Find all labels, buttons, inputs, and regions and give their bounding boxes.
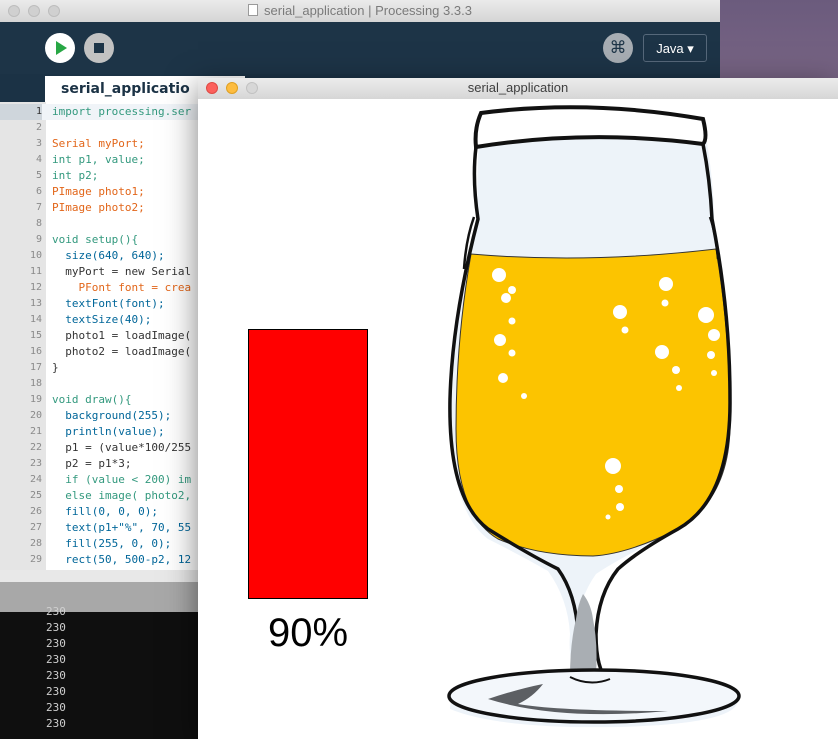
- line-number: 13: [29, 298, 42, 309]
- line-number: 28: [29, 538, 42, 549]
- line-number: 21: [29, 426, 42, 437]
- console-line: 230: [46, 653, 66, 666]
- sketch-title: serial_application: [467, 80, 569, 95]
- document-icon: [248, 4, 259, 16]
- code-text: Serial myPort;: [52, 137, 145, 150]
- line-number: 14: [29, 314, 42, 325]
- line-number: 11: [29, 266, 42, 277]
- glass-foot: [447, 668, 741, 724]
- code-text: text(p1+"%", 70, 55: [52, 521, 192, 534]
- code-text: void draw(){: [52, 393, 132, 406]
- code-text: textFont(font);: [52, 297, 165, 310]
- console-line: 230: [46, 621, 66, 634]
- debug-button[interactable]: ⌘: [603, 33, 633, 63]
- stop-button[interactable]: [84, 33, 114, 63]
- beer-glass-image: [447, 105, 741, 728]
- console-line: 230: [46, 701, 66, 714]
- line-number: 4: [35, 154, 42, 165]
- code-text: photo2 = loadImage(: [52, 345, 192, 358]
- code-text: else image( photo2,: [52, 489, 192, 502]
- line-number: 9: [35, 234, 42, 245]
- code-text: println(value);: [52, 425, 165, 438]
- line-number: 18: [29, 378, 42, 389]
- code-text: int p1, value;: [52, 153, 145, 166]
- line-number: 19: [29, 394, 42, 405]
- line-number: 3: [35, 138, 42, 149]
- code-text: PFont font = crea: [52, 281, 192, 294]
- code-text: p1 = (value*100/255: [52, 441, 192, 454]
- code-text: }: [52, 361, 59, 374]
- ide-title-text: serial_application | Processing 3.3.3: [264, 3, 472, 18]
- mode-selector[interactable]: Java ▾: [643, 34, 707, 62]
- line-number: 16: [29, 346, 42, 357]
- console-line: 230: [46, 685, 66, 698]
- code-text: textSize(40);: [52, 313, 152, 326]
- sketch-titlebar[interactable]: serial_application: [198, 78, 838, 100]
- code-text: fill(0, 0, 0);: [52, 505, 158, 518]
- line-number: 24: [29, 474, 42, 485]
- console-line: 230: [46, 637, 66, 650]
- toolbar: ⌘ Java ▾: [0, 22, 720, 74]
- line-number: 25: [29, 490, 42, 501]
- line-number: 6: [35, 186, 42, 197]
- line-number: 26: [29, 506, 42, 517]
- line-number: 23: [29, 458, 42, 469]
- line-number: 5: [35, 170, 42, 181]
- code-text: PImage photo2;: [52, 201, 145, 214]
- code-text: photo1 = loadImage(: [52, 329, 192, 342]
- sketch-window: serial_application 90%: [198, 78, 838, 739]
- code-text: int p2;: [52, 169, 99, 182]
- code-text: rect(50, 500-p2, 12: [52, 553, 192, 566]
- console-line: 230: [46, 669, 66, 682]
- line-number: 27: [29, 522, 42, 533]
- line-number: 29: [29, 554, 42, 565]
- console-line: 230: [46, 717, 66, 730]
- ide-title: serial_application | Processing 3.3.3: [0, 3, 720, 18]
- code-text: myPort = new Serial: [52, 265, 192, 278]
- code-text: fill(255, 0, 0);: [52, 537, 172, 550]
- code-text: PImage photo1;: [52, 185, 145, 198]
- line-number: 15: [29, 330, 42, 341]
- code-text: void setup(){: [52, 233, 139, 246]
- line-number: 22: [29, 442, 42, 453]
- line-number: 2: [35, 122, 42, 133]
- line-number: 20: [29, 410, 42, 421]
- debugger-icon: ⌘: [609, 38, 627, 58]
- beer-liquid: [455, 248, 731, 557]
- line-number: 1: [0, 104, 42, 120]
- code-text: background(255);: [52, 409, 172, 422]
- sketch-canvas: 90%: [198, 99, 838, 739]
- line-number: 8: [35, 218, 42, 229]
- code-text: size(640, 640);: [52, 249, 165, 262]
- line-number: 12: [29, 282, 42, 293]
- code-text: import processing.ser: [52, 105, 192, 118]
- console-line: 230: [46, 605, 66, 618]
- code-text: if (value < 200) im: [52, 473, 192, 486]
- line-number: 10: [29, 250, 42, 261]
- line-number: 7: [35, 202, 42, 213]
- run-button[interactable]: [45, 33, 75, 63]
- code-text: p2 = p1*3;: [52, 457, 132, 470]
- line-number: 17: [29, 362, 42, 373]
- ide-titlebar[interactable]: serial_application | Processing 3.3.3: [0, 0, 720, 23]
